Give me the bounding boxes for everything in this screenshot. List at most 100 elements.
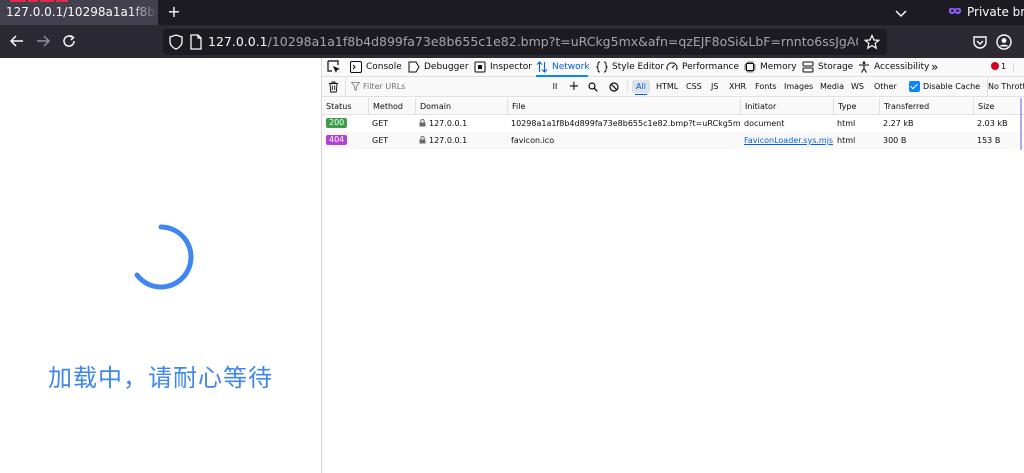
loading-spinner-icon <box>134 224 194 290</box>
performance-icon <box>666 62 678 71</box>
throttling-label: No Throttli <box>988 82 1024 91</box>
transferred-cell: 300 B <box>883 136 907 145</box>
domain-text: 127.0.0.1 <box>429 119 468 128</box>
accessibility-icon <box>859 61 869 73</box>
tab-debugger[interactable]: Debugger <box>408 58 469 76</box>
tab-accessibility-label: Accessibility <box>874 62 930 72</box>
domain-cell: 127.0.0.1 <box>415 115 507 132</box>
add-request-blocking-button[interactable]: + <box>567 77 581 96</box>
filter-urls-box[interactable] <box>345 77 545 96</box>
url-path: /10298a1a1f8b4d899fa73e8b655c1e82.bmp?t=… <box>267 34 858 49</box>
request-table-header: Status Method Domain File Initiator Type… <box>322 98 1024 115</box>
checkbox-checked-icon <box>909 81 920 92</box>
tab-inspector[interactable]: Inspector <box>474 58 532 76</box>
initiator-cell: FaviconLoader.sys.mjs... <box>740 132 833 149</box>
size-cell: 2.03 kB <box>977 119 1008 128</box>
debugger-icon <box>408 61 420 73</box>
domain-cell: 127.0.0.1 <box>415 132 507 149</box>
throttling-dropdown[interactable]: No Throttli <box>987 77 1024 96</box>
tab-style-editor[interactable]: Style Editor <box>596 58 664 76</box>
column-type[interactable]: Type <box>833 98 879 115</box>
account-avatar-icon[interactable] <box>996 34 1012 50</box>
size-cell: 153 B <box>977 136 1001 145</box>
tab-performance[interactable]: Performance <box>666 58 739 76</box>
trash-icon[interactable] <box>328 81 339 93</box>
error-count-badge[interactable]: 1 <box>991 58 1006 76</box>
element-picker-icon[interactable] <box>327 60 341 74</box>
network-toolbar: II + All HTML CSS JS XHR Fonts Images Me… <box>322 77 1024 97</box>
private-mask-icon <box>948 7 962 15</box>
more-tools-chevron-icon[interactable]: » <box>931 58 938 76</box>
initiator-cell: document <box>744 119 785 128</box>
type-filter-xhr[interactable]: XHR <box>725 80 750 93</box>
tab-debugger-label: Debugger <box>424 62 469 72</box>
type-cell: html <box>837 136 856 145</box>
block-icon[interactable] <box>609 82 619 92</box>
disable-cache-label: Disable Cache <box>923 82 981 91</box>
tab-attention-mark <box>10 0 68 3</box>
table-row[interactable]: 404 GET 127.0.0.1 favicon.ico FaviconLoa… <box>322 132 1024 149</box>
column-domain[interactable]: Domain <box>415 98 507 115</box>
console-icon <box>350 61 362 73</box>
lock-icon <box>419 119 426 127</box>
tab-style-editor-label: Style Editor <box>612 62 665 72</box>
type-filter-other[interactable]: Other <box>870 80 901 93</box>
table-row[interactable]: 200 GET 127.0.0.1 10298a1a1f8b4d899fa73e… <box>322 115 1024 132</box>
column-status[interactable]: Status <box>322 98 368 115</box>
status-badge: 404 <box>326 135 348 145</box>
method-cell: GET <box>372 119 389 128</box>
url-bar[interactable]: 127.0.0.1/10298a1a1f8b4d899fa73e8b655c1e… <box>163 29 887 55</box>
reload-icon[interactable] <box>61 33 77 49</box>
chevron-down-icon[interactable] <box>893 5 909 21</box>
type-filter-js[interactable]: JS <box>707 80 722 93</box>
status-cell: 404 <box>322 132 368 149</box>
tab-storage-label: Storage <box>818 62 854 72</box>
tab-accessibility[interactable]: Accessibility <box>858 58 930 76</box>
request-table: Status Method Domain File Initiator Type… <box>322 98 1024 149</box>
search-icon[interactable] <box>588 82 598 92</box>
pocket-icon[interactable] <box>972 34 988 50</box>
timeline-column-edge <box>1020 98 1022 150</box>
type-filter-all[interactable]: All <box>632 80 650 95</box>
column-file[interactable]: File <box>507 98 740 115</box>
type-filter-fonts[interactable]: Fonts <box>751 80 781 93</box>
forward-arrow-icon[interactable] <box>35 33 51 49</box>
method-cell: GET <box>372 136 389 145</box>
type-filter-html[interactable]: HTML <box>652 80 682 93</box>
column-size[interactable]: Size <box>973 98 1019 115</box>
pause-button[interactable]: II <box>549 77 561 96</box>
tab-storage[interactable]: Storage <box>802 58 854 76</box>
tab-network[interactable]: Network <box>536 58 590 77</box>
type-filter-css[interactable]: CSS <box>682 80 706 93</box>
private-browsing-indicator: Private brow <box>948 0 1024 25</box>
tab-strip: 127.0.0.1/10298a1a1f8b4d8 + Private brow <box>0 0 1024 25</box>
status-cell: 200 <box>322 115 368 132</box>
new-tab-button[interactable]: + <box>166 0 182 25</box>
page-viewport: 加载中，请耐心等待 <box>0 58 321 473</box>
initiator-link[interactable]: FaviconLoader.sys.mjs... <box>744 136 833 145</box>
filter-urls-input[interactable] <box>363 78 543 95</box>
type-filter-images[interactable]: Images <box>780 80 817 93</box>
devtools-menu-edge[interactable] <box>1013 63 1024 72</box>
tab-inspector-label: Inspector <box>490 62 532 72</box>
column-method[interactable]: Method <box>368 98 415 115</box>
browser-tab[interactable]: 127.0.0.1/10298a1a1f8b4d8 <box>0 0 158 25</box>
memory-icon <box>744 61 756 73</box>
tab-console[interactable]: Console <box>350 58 402 76</box>
tracking-protection-shield-icon[interactable] <box>169 34 183 50</box>
network-icon <box>536 61 548 73</box>
column-initiator[interactable]: Initiator <box>740 98 833 115</box>
bookmark-star-icon[interactable] <box>864 34 880 50</box>
page-info-icon[interactable] <box>189 34 203 50</box>
style-editor-icon <box>596 61 608 73</box>
devtools-panel: Console Debugger Inspector Network Style… <box>322 58 1024 473</box>
filter-funnel-icon <box>351 82 360 91</box>
file-cell: favicon.ico <box>511 136 555 145</box>
tab-console-label: Console <box>366 62 402 72</box>
column-transferred[interactable]: Transferred <box>879 98 973 115</box>
type-filter-media[interactable]: Media <box>816 80 848 93</box>
type-filter-ws[interactable]: WS <box>847 80 868 93</box>
url-text[interactable]: 127.0.0.1/10298a1a1f8b4d899fa73e8b655c1e… <box>208 29 858 55</box>
back-arrow-icon[interactable] <box>9 33 25 49</box>
tab-memory[interactable]: Memory <box>744 58 797 76</box>
